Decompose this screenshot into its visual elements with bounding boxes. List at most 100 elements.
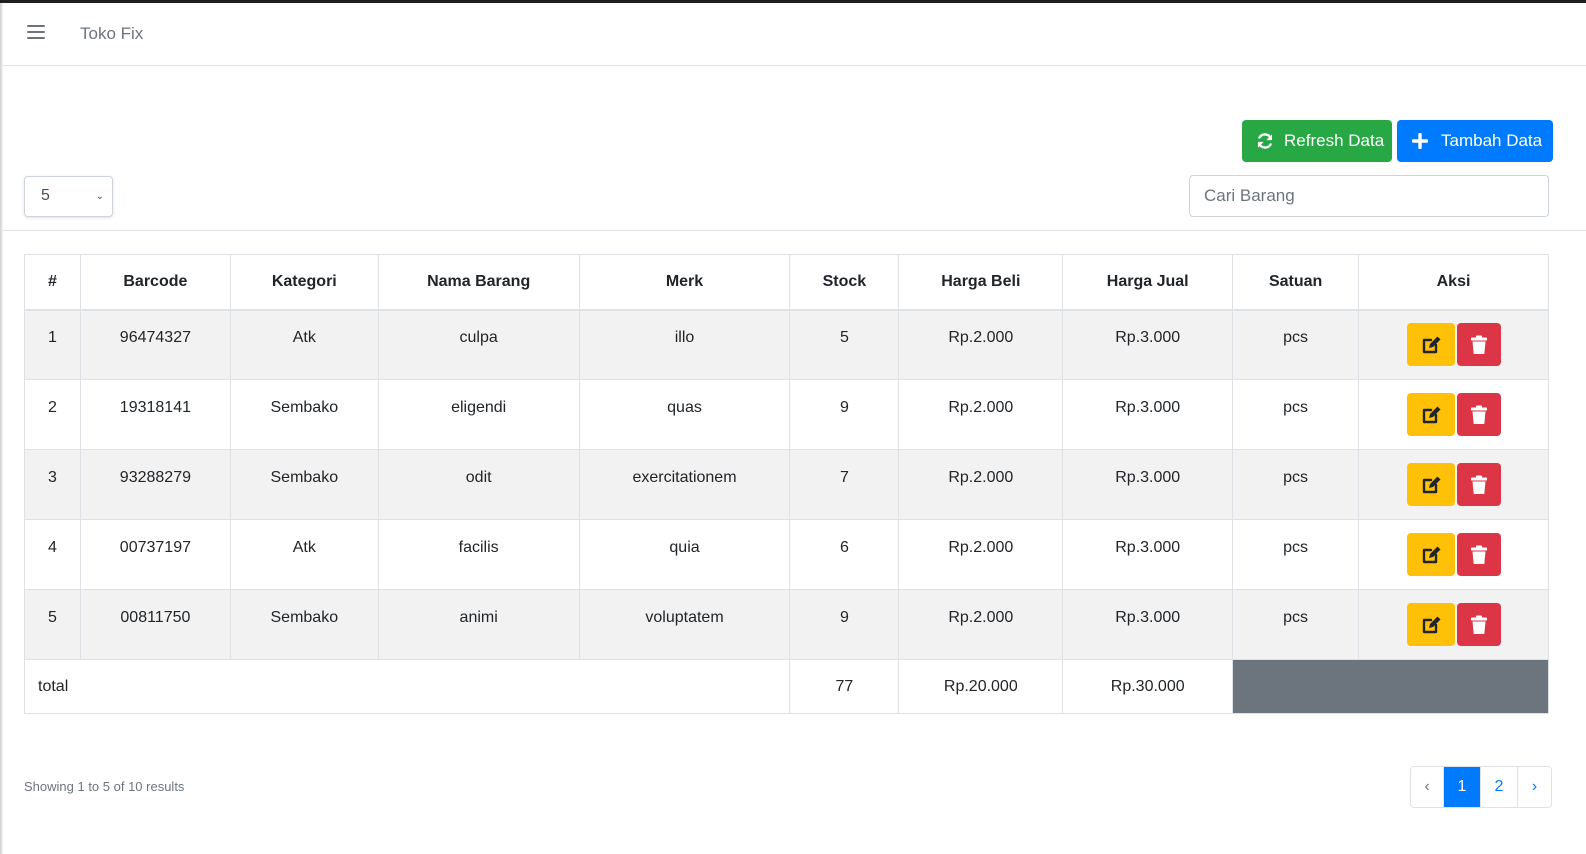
barcode-cell: 93288279 [79,449,231,520]
section-divider [3,230,1586,231]
stock-cell: 5 [789,309,900,380]
brand-title: Toko Fix [80,24,144,43]
merk-cell: voluptatem [578,589,791,660]
satuan-cell: pcs [1232,519,1360,590]
kategori-cell: Sembako [229,379,379,450]
edit-icon [1421,405,1441,425]
aksi-cell [1358,449,1549,520]
delete-button[interactable] [1456,323,1501,367]
edit-button[interactable] [1406,393,1455,436]
search-input[interactable]: Cari Barang [1189,175,1549,217]
barcode-cell: 00737197 [79,519,231,590]
edit-button[interactable] [1406,323,1455,367]
stock-cell: 9 [789,589,900,660]
nama-barang-cell: eligendi [377,379,580,450]
column-header[interactable]: Harga Jual [1062,254,1234,311]
hamburger-icon[interactable] [27,25,45,41]
table-row: 3 93288279 Sembako odit exercitationem 7 Rp.2.… [24,449,1549,520]
column-header[interactable]: Nama Barang [377,254,580,311]
row-number: 1 [24,309,81,380]
barcode-cell: 96474327 [79,309,231,380]
aksi-cell [1358,379,1549,450]
barcode-cell: 19318141 [79,379,231,450]
harga-jual-cell: Rp.3.000 [1062,379,1234,450]
navbar: Toko Fix [3,3,1586,66]
plus-icon [1411,132,1429,150]
nama-barang-cell: facilis [377,519,580,590]
column-header[interactable]: Kategori [229,254,379,311]
column-header[interactable]: Satuan [1232,254,1360,311]
aksi-cell [1358,589,1549,660]
kategori-cell: Sembako [229,449,379,520]
total-harga-jual: Rp.30.000 [1062,659,1234,714]
edit-button[interactable] [1406,533,1455,576]
harga-jual-cell: Rp.3.000 [1062,449,1234,520]
sync-icon [1256,132,1274,150]
pagination-next[interactable]: › [1517,767,1551,807]
row-number: 5 [24,589,81,660]
total-label: total [23,659,791,714]
table-total-row: total 77 Rp.20.000 Rp.30.000 [23,659,1549,714]
merk-cell: quas [578,379,791,450]
edit-icon [1421,475,1441,495]
stock-cell: 7 [789,449,900,520]
pagination: ‹ 1 2 › [1410,766,1552,808]
tambah-data-button[interactable]: Tambah Data [1397,120,1553,162]
delete-button[interactable] [1456,533,1501,576]
merk-cell: illo [578,309,791,380]
tambah-data-label: Tambah Data [1441,131,1543,150]
column-header[interactable]: Stock [789,254,900,311]
merk-cell: exercitationem [578,449,791,520]
harga-jual-cell: Rp.3.000 [1062,309,1234,380]
refresh-data-button[interactable]: Refresh Data [1242,120,1392,162]
harga-beli-cell: Rp.2.000 [898,589,1064,660]
merk-cell: quia [578,519,791,590]
kategori-cell: Sembako [229,589,379,660]
table-row: 2 19318141 Sembako eligendi quas 9 Rp.2.000 Rp.… [24,379,1549,450]
harga-beli-cell: Rp.2.000 [898,519,1064,590]
trash-icon [1470,405,1487,425]
pagination-page-2[interactable]: 2 [1480,767,1517,807]
column-header[interactable]: Merk [578,254,791,311]
total-filler [1232,659,1549,714]
harga-beli-cell: Rp.2.000 [898,379,1064,450]
sidebar-edge-shadow [0,3,3,854]
pagination-prev[interactable]: ‹ [1411,767,1443,807]
stock-cell: 9 [789,379,900,450]
delete-button[interactable] [1456,603,1501,646]
total-stock: 77 [789,659,900,714]
nama-barang-cell: odit [377,449,580,520]
nama-barang-cell: animi [377,589,580,660]
delete-button[interactable] [1456,463,1501,506]
barang-table: # Barcode Kategori Nama Barang Merk Stoc… [23,254,1549,714]
results-info: Showing 1 to 5 of 10 results [24,779,185,794]
satuan-cell: pcs [1232,589,1360,660]
page-size-select[interactable]: 5 ⌄ [24,176,113,217]
table-row: 4 00737197 Atk facilis quia 6 Rp.2.000 Rp.3.000… [24,519,1549,590]
table-row: 1 96474327 Atk culpa illo 5 Rp.2.000 Rp.3.000 pc… [24,309,1549,380]
delete-button[interactable] [1456,393,1501,436]
page-size-value: 5 [41,187,50,204]
trash-icon [1470,545,1487,565]
column-header: Aksi [1358,254,1549,311]
search-placeholder: Cari Barang [1204,186,1295,205]
table-header-row: # Barcode Kategori Nama Barang Merk Stoc… [24,254,1549,311]
row-number: 3 [24,449,81,520]
harga-beli-cell: Rp.2.000 [898,449,1064,520]
row-number: 4 [24,519,81,590]
kategori-cell: Atk [229,309,379,380]
trash-icon [1470,475,1487,495]
column-header[interactable]: # [24,254,81,311]
edit-button[interactable] [1406,603,1455,646]
edit-icon [1421,335,1441,355]
column-header[interactable]: Harga Beli [898,254,1064,311]
trash-icon [1470,335,1487,355]
edit-button[interactable] [1406,463,1455,506]
pagination-page-1[interactable]: 1 [1443,767,1480,807]
trash-icon [1470,615,1487,635]
barcode-cell: 00811750 [79,589,231,660]
total-harga-beli: Rp.20.000 [898,659,1064,714]
column-header[interactable]: Barcode [79,254,231,311]
stock-cell: 6 [789,519,900,590]
satuan-cell: pcs [1232,379,1360,450]
